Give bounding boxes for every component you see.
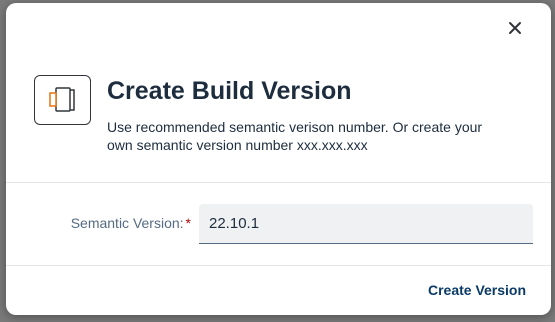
copy-icon [48, 87, 75, 112]
close-button[interactable] [500, 13, 530, 43]
required-marker: * [185, 215, 191, 231]
dialog-subtitle: Use recommended semantic verison number.… [107, 119, 483, 153]
footer-divider [6, 265, 551, 266]
semantic-version-input[interactable] [199, 204, 533, 244]
header-icon-container [34, 75, 91, 125]
create-build-version-dialog: Create Build Version Use recommended sem… [6, 3, 551, 315]
header-divider [6, 182, 551, 183]
create-version-button[interactable]: Create Version [414, 275, 540, 305]
field-label-text: Semantic Version: [70, 215, 184, 231]
semantic-version-label: Semantic Version: * [6, 215, 191, 231]
dialog-title: Create Build Version [107, 77, 352, 105]
close-icon [509, 22, 521, 34]
